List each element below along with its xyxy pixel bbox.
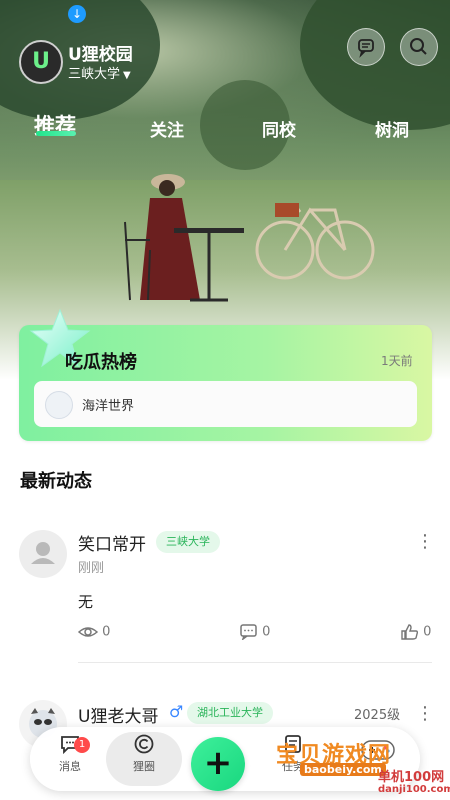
top-tabs: 推荐 关注 同校 树洞 (0, 112, 450, 142)
eye-icon (77, 627, 99, 637)
watermark-url-secondary: danji100.com (378, 784, 450, 795)
message-badge: 1 (74, 737, 90, 753)
section-title: 最新动态 (20, 471, 92, 492)
like-count-value: 0 (423, 624, 432, 640)
school-selector[interactable]: 三峡大学 ▼ (68, 63, 131, 82)
comment-icon (240, 624, 257, 642)
watermark-url: baobeiy.com (300, 763, 386, 776)
active-tab-indicator (36, 131, 76, 136)
post-divider (78, 662, 432, 663)
app-logo-avatar[interactable]: U (19, 40, 63, 84)
download-icon: ↓ (68, 5, 86, 23)
message-chat-button[interactable] (347, 28, 385, 66)
view-count-value: 0 (102, 624, 111, 640)
watermark-text-secondary: 单机100网 (378, 770, 445, 785)
post-author-name[interactable]: 笑口常开 (78, 530, 146, 555)
raccoon-avatar-icon (45, 391, 73, 419)
post-author-name[interactable]: U狸老大哥 (78, 702, 158, 727)
post-time: 刚刚 (78, 561, 105, 576)
comment-button[interactable]: 0 (240, 624, 271, 642)
search-button[interactable] (400, 28, 438, 66)
male-gender-icon: ♂ (169, 702, 184, 721)
hot-list-title: 吃瓜热榜 (65, 352, 137, 373)
search-icon (410, 38, 427, 55)
like-button[interactable]: 0 (401, 624, 431, 640)
user-avatar[interactable] (19, 530, 67, 578)
more-options-icon[interactable]: ⋮ (416, 704, 434, 724)
tab-follow[interactable]: 关注 (150, 116, 184, 141)
tab-messages-label: 消息 (59, 760, 81, 773)
school-tag: 湖北工业大学 (187, 702, 273, 724)
create-post-button[interactable]: + (191, 737, 245, 791)
grade-label: 2025级 (354, 708, 401, 723)
default-user-icon (31, 542, 55, 564)
tab-circle[interactable]: 狸圈 (116, 733, 172, 774)
tab-messages[interactable]: 消息 (42, 733, 98, 774)
tab-circle-label: 狸圈 (133, 760, 155, 773)
thumbs-up-icon (401, 624, 419, 640)
tab-tree-hole[interactable]: 树洞 (375, 116, 409, 141)
app-logo-letter: U (32, 49, 50, 74)
post-content: 无 (78, 593, 94, 611)
hot-list-time: 1天前 (381, 354, 413, 368)
school-tag: 三峡大学 (156, 531, 220, 553)
comment-count-value: 0 (262, 624, 271, 640)
hot-list-item-text: 海洋世界 (82, 399, 135, 414)
chat-bubble-icon (358, 39, 374, 58)
view-count: 0 (77, 624, 111, 640)
hot-list-item[interactable]: 海洋世界 (34, 381, 417, 427)
chevron-down-icon: ▼ (123, 70, 131, 81)
plus-icon: + (203, 743, 233, 783)
tab-same-school[interactable]: 同校 (262, 116, 296, 141)
school-selector-label: 三峡大学 (68, 67, 121, 82)
circle-spiral-icon (134, 734, 154, 754)
app-title: U狸校园 (68, 45, 133, 65)
more-options-icon[interactable]: ⋮ (416, 532, 434, 552)
